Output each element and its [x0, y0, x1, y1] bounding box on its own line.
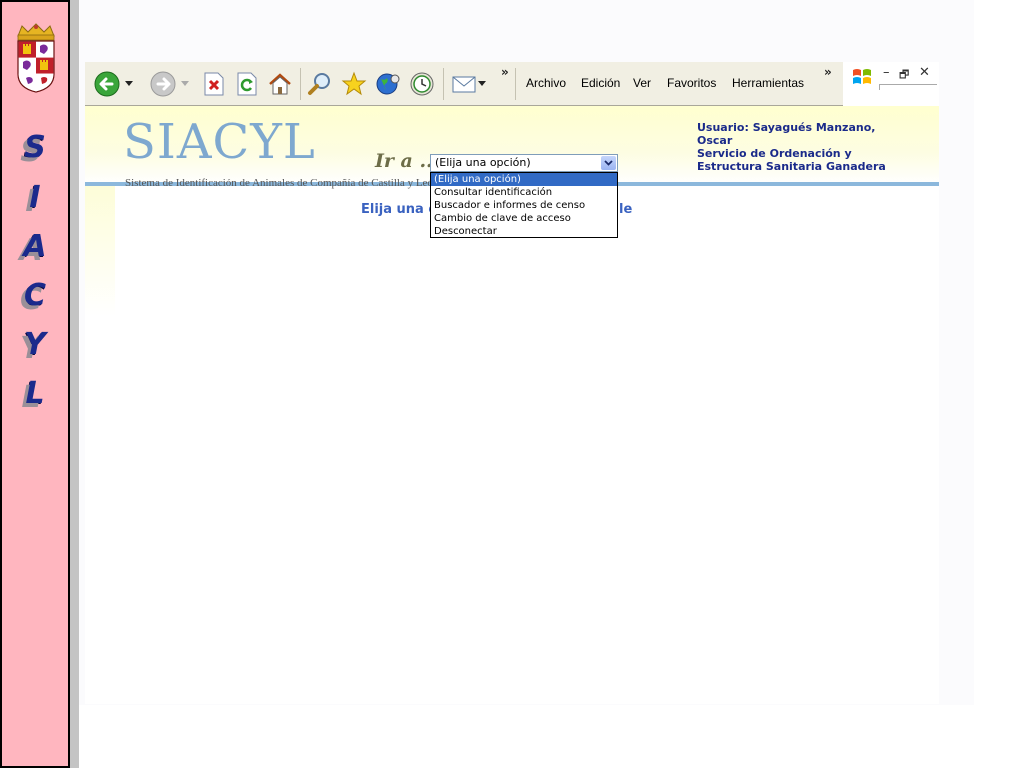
browser-window: » Archivo Edición Ver Favoritos Herramie… [85, 62, 939, 704]
address-bar-stub [879, 84, 937, 90]
back-arrow-icon[interactable] [93, 70, 121, 98]
toolbar-separator [515, 68, 516, 100]
restore-button[interactable]: 🗗 [899, 66, 909, 85]
refresh-icon[interactable] [233, 70, 261, 98]
user-name-line2: Oscar [697, 134, 733, 147]
user-name-line1: Usuario: Sayagués Manzano, [697, 121, 876, 134]
menu-edicion[interactable]: Edición [581, 76, 620, 90]
back-dropdown-icon[interactable] [123, 70, 135, 98]
instruction-message-end: le [619, 202, 633, 217]
banner-letter-y: Y [24, 327, 46, 362]
home-icon[interactable] [266, 70, 294, 98]
dropdown-option-consultar[interactable]: Consultar identificación [431, 186, 617, 199]
menu-overflow-chevron[interactable]: » [824, 65, 832, 79]
siacyl-side-banner: S I A C Y L [0, 0, 70, 768]
instruction-message-start: Elija una o [361, 202, 438, 217]
banner-letter-c: C [23, 278, 47, 313]
user-department-line2: Estructura Sanitaria Ganadera [697, 160, 886, 173]
banner-letter-s: S [24, 130, 46, 165]
goto-dropdown-list: (Elija una opción) Consultar identificac… [430, 172, 618, 238]
chevron-down-icon[interactable] [601, 156, 616, 170]
screen: S I A C Y L » Archivo Edición Ver Favori… [0, 0, 1024, 768]
minimize-button[interactable]: – [883, 65, 890, 80]
web-page: SIACYL Sistema de Identificación de Anim… [85, 106, 939, 704]
menu-ver[interactable]: Ver [633, 76, 651, 90]
siacyl-logo: SIACYL [123, 114, 316, 170]
toolbar-separator [443, 68, 444, 100]
dropdown-option-cambio-clave[interactable]: Cambio de clave de acceso [431, 212, 617, 225]
dropdown-option-buscador[interactable]: Buscador e informes de censo [431, 199, 617, 212]
forward-arrow-icon[interactable] [149, 70, 177, 98]
menu-herramientas[interactable]: Herramientas [732, 76, 804, 90]
dropdown-option-desconectar[interactable]: Desconectar [431, 225, 617, 238]
user-info: Usuario: Sayagués Manzano, Oscar Servici… [697, 121, 927, 173]
browser-toolbar: » Archivo Edición Ver Favoritos Herramie… [85, 62, 939, 106]
castilla-y-leon-coat-of-arms-icon [17, 23, 55, 93]
toolbar-separator [300, 68, 301, 100]
mail-icon[interactable] [450, 70, 478, 98]
toolbar-right-area: – 🗗 ✕ [843, 62, 939, 106]
banner-letter-a: A [23, 229, 47, 264]
dropdown-option-placeholder[interactable]: (Elija una opción) [431, 173, 617, 186]
close-button[interactable]: ✕ [919, 65, 930, 80]
forward-dropdown-icon[interactable] [179, 70, 191, 98]
stop-icon[interactable] [200, 70, 228, 98]
search-icon[interactable] [306, 70, 334, 98]
left-gradient-strip [85, 186, 115, 316]
banner-shadow [70, 0, 79, 768]
user-department-line1: Servicio de Ordenación y [697, 147, 852, 160]
mail-dropdown-icon[interactable] [476, 70, 488, 98]
favorites-star-icon[interactable] [340, 70, 368, 98]
site-subtitle: Sistema de Identificación de Animales de… [125, 177, 430, 189]
banner-letter-l: L [25, 376, 45, 411]
menu-favoritos[interactable]: Favoritos [667, 76, 716, 90]
windows-logo-icon [851, 66, 873, 88]
menu-archivo[interactable]: Archivo [526, 76, 566, 90]
goto-select-value: (Elija una opción) [435, 156, 531, 169]
goto-select[interactable]: (Elija una opción) [430, 154, 618, 172]
toolbar-overflow-chevron[interactable]: » [501, 65, 509, 79]
media-globe-icon[interactable] [374, 70, 402, 98]
history-icon[interactable] [408, 70, 436, 98]
banner-letter-i: I [29, 180, 41, 215]
slide-footer [79, 705, 974, 768]
